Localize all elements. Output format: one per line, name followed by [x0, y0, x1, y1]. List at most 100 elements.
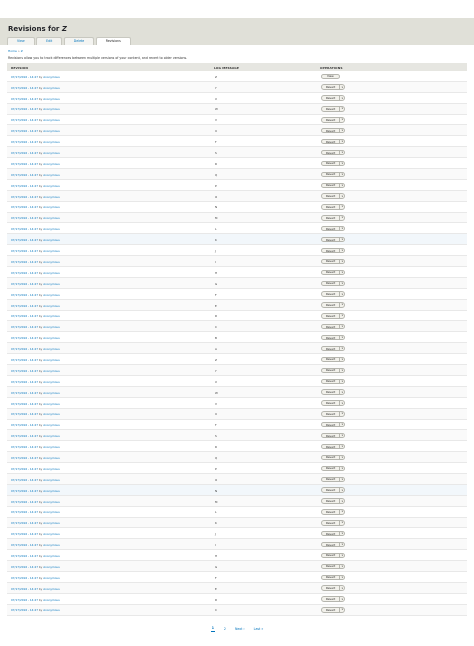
revert-button[interactable]: Revert ▾ — [321, 574, 346, 580]
revert-button-label[interactable]: Revert — [322, 466, 339, 470]
chevron-down-icon[interactable]: ▾ — [339, 335, 344, 340]
revert-button[interactable]: Revert ▾ — [321, 258, 346, 265]
revert-button-label[interactable]: Revert — [322, 597, 339, 601]
revert-button-label[interactable]: Revert — [322, 270, 339, 274]
chevron-down-icon[interactable]: ▾ — [339, 455, 344, 460]
revision-date-link[interactable]: 07/17/2016 - 14:47 — [11, 118, 38, 122]
revision-date-link[interactable]: 07/17/2016 - 14:47 — [11, 151, 38, 155]
revert-button[interactable]: Revert ▾ — [321, 313, 346, 319]
chevron-down-icon[interactable]: ▾ — [339, 608, 344, 612]
revision-author-link[interactable]: Anonymous — [43, 260, 60, 264]
revert-button-label[interactable]: Revert — [322, 434, 339, 438]
chevron-down-icon[interactable]: ▾ — [339, 292, 344, 296]
chevron-down-icon[interactable]: ▾ — [339, 521, 344, 525]
shortcut-star-icon[interactable]: ☆ — [51, 25, 56, 32]
chevron-down-icon[interactable]: ▾ — [339, 586, 344, 590]
chevron-down-icon[interactable]: ▾ — [339, 466, 344, 471]
revision-author-link[interactable]: Anonymous — [43, 271, 60, 275]
revision-date-link[interactable]: 07/17/2016 - 14:47 — [11, 500, 38, 504]
revision-date-link[interactable]: 07/17/2016 - 14:47 — [11, 598, 38, 602]
revert-button-label[interactable]: Revert — [322, 423, 339, 427]
revision-date-link[interactable]: 07/17/2016 - 14:47 — [11, 129, 38, 133]
revert-button-label[interactable]: Revert — [322, 543, 339, 547]
pager-next-link[interactable]: Next › — [235, 627, 245, 631]
revert-button-label[interactable]: Revert — [322, 532, 339, 536]
revision-date-link[interactable]: 07/17/2016 - 14:47 — [11, 423, 38, 427]
revert-button-label[interactable]: Revert — [322, 564, 339, 568]
revision-author-link[interactable]: Anonymous — [43, 598, 60, 602]
revert-button[interactable]: Revert ▾ — [321, 236, 346, 243]
chevron-down-icon[interactable]: ▾ — [339, 325, 344, 329]
revert-button[interactable]: Revert ▾ — [321, 465, 346, 472]
revision-date-link[interactable]: 07/17/2016 - 14:47 — [11, 434, 38, 438]
revert-button-label[interactable]: Revert — [322, 521, 339, 525]
revert-button-label[interactable]: Revert — [322, 553, 339, 557]
revert-button-label[interactable]: Revert — [322, 151, 339, 155]
revision-author-link[interactable]: Anonymous — [43, 314, 60, 318]
chevron-down-icon[interactable]: ▾ — [339, 96, 344, 100]
revision-date-link[interactable]: 07/17/2016 - 14:47 — [11, 173, 38, 177]
revision-author-link[interactable]: Anonymous — [43, 205, 60, 209]
revision-date-link[interactable]: 07/17/2016 - 14:47 — [11, 336, 38, 340]
revision-date-link[interactable]: 07/17/2016 - 14:47 — [11, 249, 38, 253]
revision-date-link[interactable]: 07/17/2016 - 14:47 — [11, 412, 38, 416]
revision-author-link[interactable]: Anonymous — [43, 489, 60, 493]
revert-button[interactable]: Revert ▾ — [321, 400, 346, 406]
revert-button-label[interactable]: Revert — [322, 336, 339, 340]
revert-button[interactable]: Revert ▾ — [321, 160, 346, 167]
revert-button-label[interactable]: Revert — [322, 368, 339, 372]
revision-author-link[interactable]: Anonymous — [43, 587, 60, 591]
revision-date-link[interactable]: 07/17/2016 - 14:47 — [11, 532, 38, 536]
revert-button-label[interactable]: Revert — [322, 379, 339, 383]
tab-edit[interactable]: Edit — [36, 36, 63, 45]
chevron-down-icon[interactable]: ▾ — [339, 368, 344, 373]
revision-date-link[interactable]: 07/17/2016 - 14:47 — [11, 369, 38, 373]
revert-button-label[interactable]: Revert — [322, 161, 339, 165]
revision-author-link[interactable]: Anonymous — [43, 543, 60, 547]
revert-button[interactable]: Revert ▾ — [321, 95, 346, 101]
revert-button-label[interactable]: Revert — [322, 107, 339, 111]
revert-button[interactable]: Revert ▾ — [321, 422, 346, 428]
revision-date-link[interactable]: 07/17/2016 - 14:47 — [11, 347, 38, 351]
revert-button[interactable]: Revert ▾ — [321, 367, 346, 374]
chevron-down-icon[interactable]: ▾ — [339, 390, 344, 394]
revision-date-link[interactable]: 07/17/2016 - 14:47 — [11, 467, 38, 471]
chevron-down-icon[interactable]: ▾ — [339, 205, 344, 209]
revision-author-link[interactable]: Anonymous — [43, 336, 60, 340]
chevron-down-icon[interactable]: ▾ — [339, 85, 344, 89]
revision-author-link[interactable]: Anonymous — [43, 445, 60, 449]
revision-author-link[interactable]: Anonymous — [43, 369, 60, 373]
revert-button[interactable]: Revert ▾ — [321, 106, 346, 112]
revert-button-label[interactable]: Revert — [322, 314, 339, 318]
revert-button-label[interactable]: Revert — [322, 249, 339, 253]
revision-date-link[interactable]: 07/17/2016 - 14:47 — [11, 489, 38, 493]
revert-button[interactable]: Revert ▾ — [321, 215, 346, 221]
chevron-down-icon[interactable]: ▾ — [339, 444, 344, 449]
revert-button-label[interactable]: Revert — [322, 259, 339, 263]
revert-button[interactable]: Revert ▾ — [321, 128, 346, 134]
tab-revisions[interactable]: Revisions — [95, 36, 131, 45]
tab-delete[interactable]: Delete — [63, 36, 95, 45]
revert-button-label[interactable]: Revert — [322, 510, 339, 514]
revert-button-label[interactable]: Revert — [322, 281, 339, 285]
revert-button-label[interactable]: Revert — [322, 401, 339, 405]
revision-author-link[interactable]: Anonymous — [43, 423, 60, 427]
revert-button[interactable]: Revert ▾ — [321, 563, 346, 570]
revision-date-link[interactable]: 07/17/2016 - 14:47 — [11, 107, 38, 111]
revert-button-label[interactable]: Revert — [322, 575, 339, 579]
revert-button[interactable]: Revert ▾ — [321, 596, 346, 602]
revert-button[interactable]: Revert ▾ — [321, 247, 346, 254]
revision-author-link[interactable]: Anonymous — [43, 227, 60, 231]
revert-button[interactable]: Revert ▾ — [321, 182, 346, 188]
tab-view[interactable]: View — [7, 36, 35, 45]
revert-button-label[interactable]: Revert — [322, 499, 339, 503]
revision-author-link[interactable]: Anonymous — [43, 478, 60, 482]
revision-date-link[interactable]: 07/17/2016 - 14:47 — [11, 293, 38, 297]
chevron-down-icon[interactable]: ▾ — [339, 575, 344, 579]
revert-button-label[interactable]: Revert — [322, 608, 339, 612]
revision-author-link[interactable]: Anonymous — [43, 532, 60, 536]
chevron-down-icon[interactable]: ▾ — [339, 401, 344, 405]
chevron-down-icon[interactable]: ▾ — [339, 488, 344, 492]
revert-button[interactable]: Revert ▾ — [321, 171, 346, 177]
revert-button[interactable]: Revert ▾ — [321, 324, 346, 330]
